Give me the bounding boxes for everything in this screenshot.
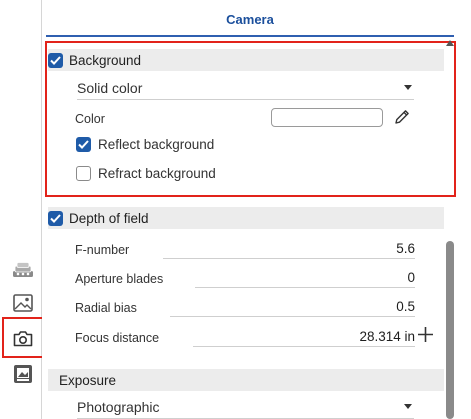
title-underline bbox=[46, 35, 454, 37]
focus-distance-label: Focus distance bbox=[75, 331, 160, 345]
radial-bias-field[interactable]: Radial bias 0.5 bbox=[75, 295, 415, 317]
depth-of-field-checkbox[interactable] bbox=[48, 210, 63, 226]
f-number-value[interactable]: 5.6 bbox=[396, 241, 415, 256]
exposure-mode-dropdown[interactable]: Photographic bbox=[77, 395, 414, 419]
radial-bias-value[interactable]: 0.5 bbox=[396, 299, 415, 314]
field-underline bbox=[163, 258, 415, 259]
radial-bias-label: Radial bias bbox=[75, 301, 137, 315]
f-number-label: F-number bbox=[75, 243, 130, 257]
focus-distance-value[interactable]: 28.314 in bbox=[359, 329, 415, 344]
background-section-highlight bbox=[45, 41, 456, 197]
exposure-mode-value: Photographic bbox=[77, 398, 160, 415]
add-icon[interactable] bbox=[417, 326, 434, 343]
aperture-blades-field[interactable]: Aperture blades 0 bbox=[75, 266, 415, 288]
image-icon[interactable] bbox=[11, 291, 35, 315]
f-number-field[interactable]: F-number 5.6 bbox=[75, 237, 415, 259]
layers-icon[interactable] bbox=[11, 258, 35, 282]
chevron-down-icon bbox=[404, 404, 412, 409]
field-underline bbox=[170, 316, 415, 317]
scroll-up-arrow[interactable] bbox=[446, 40, 454, 46]
field-underline bbox=[193, 346, 415, 347]
focus-distance-field[interactable]: Focus distance 28.314 in bbox=[75, 325, 415, 347]
depth-of-field-label: Depth of field bbox=[69, 210, 149, 226]
render-icon[interactable] bbox=[11, 362, 35, 386]
aperture-blades-value[interactable]: 0 bbox=[407, 270, 415, 285]
aperture-blades-label: Aperture blades bbox=[75, 272, 164, 286]
exposure-label: Exposure bbox=[59, 372, 117, 388]
exposure-section-header[interactable]: Exposure bbox=[48, 369, 444, 391]
selected-tab-highlight bbox=[2, 317, 46, 358]
depth-of-field-section-header[interactable]: Depth of field bbox=[48, 207, 444, 229]
panel-title: Camera bbox=[226, 12, 274, 27]
field-underline bbox=[195, 287, 415, 288]
scrollbar-thumb[interactable] bbox=[446, 241, 454, 419]
